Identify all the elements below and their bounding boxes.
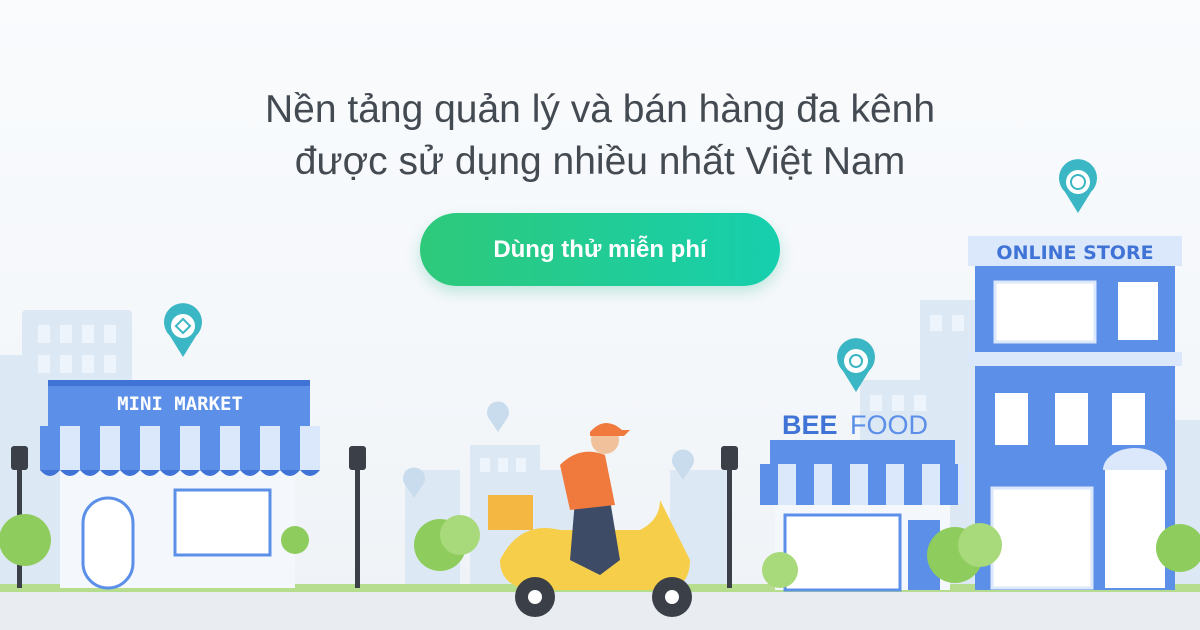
mini-market-store: MINI MARKET: [40, 380, 320, 590]
road: [0, 592, 1200, 630]
headline-line-2: được sử dụng nhiều nhất Việt Nam: [294, 140, 906, 183]
headline-line-1: Nền tảng quản lý và bán hàng đa kênh: [264, 88, 936, 131]
tag-location-pin-icon: [163, 303, 202, 357]
bee-food-sign-bee: BEE: [782, 410, 838, 440]
online-store-sign: ONLINE STORE: [996, 242, 1153, 264]
free-trial-button[interactable]: Dùng thử miễn phí: [420, 213, 780, 286]
mini-market-sign: MINI MARKET: [117, 393, 243, 415]
banner: MINI MARKET BEE FOOD ONLINE STORE Nền tả…: [0, 0, 1200, 630]
headline: Nền tảng quản lý và bán hàng đa kênh đượ…: [0, 84, 1200, 188]
mini-market-awning: [40, 426, 320, 476]
bee-food-sign-food: FOOD: [850, 410, 928, 440]
